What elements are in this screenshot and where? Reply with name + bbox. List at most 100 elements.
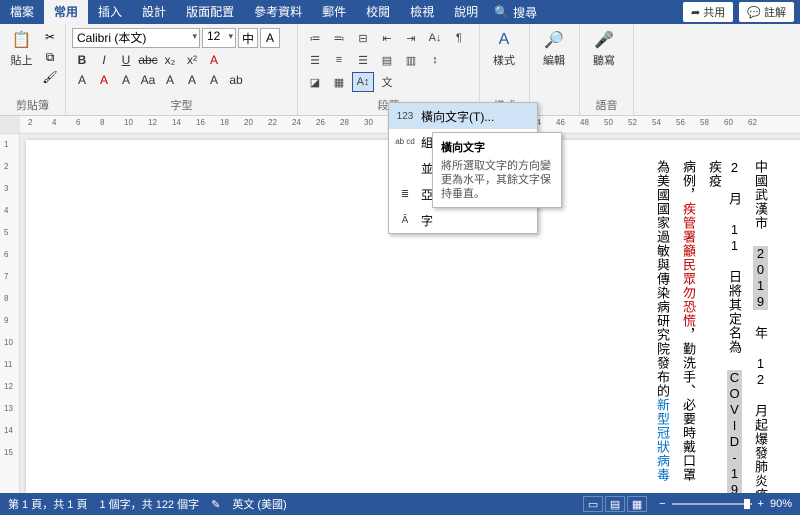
text-span: 2 月 11 日將其定名為	[727, 160, 742, 370]
vruler-tick: 8	[4, 294, 8, 303]
superscript-button[interactable]: x²	[182, 50, 202, 70]
ruler-tick: 14	[172, 118, 181, 127]
numbering-button[interactable]: ≕	[328, 28, 350, 48]
change-case-button[interactable]: Aa	[138, 70, 158, 90]
highlight-color-button[interactable]: A	[72, 70, 92, 90]
grow-font-button[interactable]: A	[160, 70, 180, 90]
dd-char-scaling[interactable]: Â 字	[389, 207, 537, 233]
align-left-button[interactable]: ☰	[304, 50, 326, 70]
paste-button[interactable]: 📋 貼上	[6, 28, 37, 68]
highlighted-text: COVID-19	[727, 370, 742, 493]
shading-button[interactable]: ◪	[304, 72, 326, 92]
cut-button[interactable]: ✂	[41, 28, 59, 46]
decrease-indent-button[interactable]: ⇤	[376, 28, 398, 48]
editing-label: 編輯	[543, 52, 565, 68]
menu-review[interactable]: 校閱	[356, 0, 400, 24]
status-word-count[interactable]: 1 個字，共 122 個字	[99, 496, 199, 512]
enclose-char-button[interactable]: ab	[226, 70, 246, 90]
dd-horizontal-in-vertical[interactable]: 123 橫向文字(T)...	[389, 103, 537, 129]
clear-format-button[interactable]: A	[204, 70, 224, 90]
text-span: 為美國國家過敏與傳染病研究院發布的	[655, 160, 670, 398]
styles-button[interactable]: A 樣式	[486, 28, 522, 68]
align-center-button[interactable]: ≡	[328, 50, 350, 70]
zoom-in-button[interactable]: +	[758, 498, 764, 510]
vruler-tick: 15	[4, 448, 13, 457]
zoom-slider[interactable]	[672, 503, 752, 505]
bullets-button[interactable]: ≔	[304, 28, 326, 48]
format-painter-button[interactable]: 🖌	[41, 68, 59, 86]
menu-mail[interactable]: 郵件	[312, 0, 356, 24]
char-shading-button[interactable]: A	[116, 70, 136, 90]
vruler-tick: 2	[4, 162, 8, 171]
subscript-button[interactable]: x₂	[160, 50, 180, 70]
view-read-button[interactable]: ▭	[583, 496, 603, 512]
status-bar: 第 1 頁，共 1 頁 1 個字，共 122 個字 ✎ 英文 (美國) ▭ ▤ …	[0, 493, 800, 515]
strike-button[interactable]: abc	[138, 50, 158, 70]
zoom-thumb[interactable]	[744, 499, 750, 509]
underline-button[interactable]: U	[116, 50, 136, 70]
ruler-tick: 58	[700, 118, 709, 127]
menu-design[interactable]: 設計	[132, 0, 176, 24]
menu-view[interactable]: 檢視	[400, 0, 444, 24]
menu-help[interactable]: 說明	[444, 0, 488, 24]
text-direction-button[interactable]: 文	[376, 72, 398, 92]
ruler-tick: 22	[268, 118, 277, 127]
dictate-button[interactable]: 🎤 聽寫	[586, 28, 622, 68]
phonetic-guide-button[interactable]: 中	[238, 28, 258, 48]
vruler-tick: 11	[4, 360, 12, 369]
char-border-button[interactable]: A	[260, 28, 280, 48]
status-language[interactable]: 英文 (美國)	[232, 496, 286, 512]
font-color-button[interactable]: A	[94, 70, 114, 90]
line-spacing-button[interactable]: ↕	[424, 50, 446, 70]
char-scaling-icon: Â	[395, 211, 415, 229]
search-box[interactable]: 🔍搜尋	[494, 4, 537, 21]
status-page[interactable]: 第 1 頁，共 1 頁	[8, 496, 87, 512]
text-column-3: 病例，疾管署籲民眾勿恐慌，勤洗手、必要時戴口罩	[678, 160, 698, 493]
bold-button[interactable]: B	[72, 50, 92, 70]
font-size-combo[interactable]: 12	[202, 28, 236, 48]
ruler-tick: 28	[340, 118, 349, 127]
show-marks-button[interactable]: ¶	[448, 28, 470, 48]
ruler-tick: 6	[76, 118, 80, 127]
view-print-button[interactable]: ▤	[605, 496, 625, 512]
highlighted-text: 2019	[753, 246, 768, 310]
menu-home[interactable]: 常用	[44, 0, 88, 24]
share-button[interactable]: ➦ 共用	[683, 2, 733, 22]
menu-file[interactable]: 檔案	[0, 0, 44, 24]
borders-button[interactable]: ▦	[328, 72, 350, 92]
title-bar: 檔案 常用 插入 設計 版面配置 參考資料 郵件 校閱 檢視 說明 🔍搜尋 ➦ …	[0, 0, 800, 24]
spellcheck-icon[interactable]: ✎	[211, 498, 220, 511]
comment-button[interactable]: 💬 註解	[739, 2, 794, 22]
text-effects-button[interactable]: A	[204, 50, 224, 70]
menu-layout[interactable]: 版面配置	[176, 0, 244, 24]
shrink-font-button[interactable]: A	[182, 70, 202, 90]
multilevel-button[interactable]: ⊟	[352, 28, 374, 48]
ruler-tick: 62	[748, 118, 757, 127]
font-name-combo[interactable]: Calibri (本文)	[72, 28, 200, 48]
align-right-button[interactable]: ☰	[352, 50, 374, 70]
zoom-out-button[interactable]: −	[659, 498, 665, 510]
copy-button[interactable]: ⧉	[41, 48, 59, 66]
increase-indent-button[interactable]: ⇥	[400, 28, 422, 48]
ruler-tick: 10	[124, 118, 133, 127]
view-buttons: ▭ ▤ ▦	[583, 496, 647, 512]
justify-button[interactable]: ▤	[376, 50, 398, 70]
vruler-tick: 9	[4, 316, 8, 325]
italic-button[interactable]: I	[94, 50, 114, 70]
tooltip-title: 橫向文字	[441, 139, 553, 155]
two-lines-icon	[395, 159, 415, 177]
asian-layout-button[interactable]: A↕	[352, 72, 374, 92]
view-web-button[interactable]: ▦	[627, 496, 647, 512]
styles-label: 樣式	[493, 52, 515, 68]
menu-bar: 檔案 常用 插入 設計 版面配置 參考資料 郵件 校閱 檢視 說明 🔍搜尋	[0, 0, 537, 24]
editing-button[interactable]: 🔎 編輯	[536, 28, 572, 68]
menu-references[interactable]: 參考資料	[244, 0, 312, 24]
distribute-button[interactable]: ▥	[400, 50, 422, 70]
paste-icon: 📋	[10, 28, 34, 52]
text-span: 年 12 月起爆發肺炎疫情，並擴散中	[753, 310, 768, 493]
menu-insert[interactable]: 插入	[88, 0, 132, 24]
zoom-percent[interactable]: 90%	[770, 498, 792, 510]
ruler-tick: 60	[724, 118, 733, 127]
sort-button[interactable]: A↓	[424, 28, 446, 48]
vertical-ruler[interactable]: 123456789101112131415	[0, 134, 20, 493]
